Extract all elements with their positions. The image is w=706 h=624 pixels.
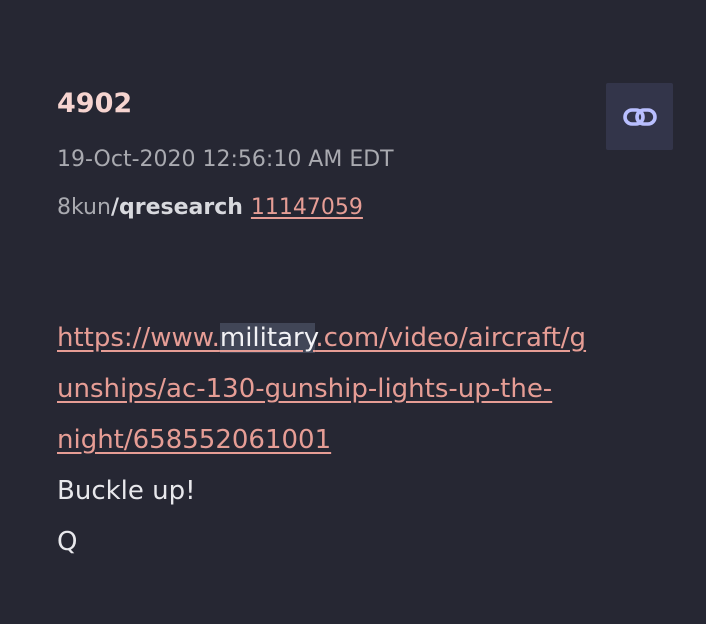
source-site: 8kun [57,195,111,220]
source-post-link[interactable]: 11147059 [251,195,363,220]
url-line-3: night/658552061001 [57,425,332,455]
url-line-1: https://www.military.com/video/aircraft/… [57,313,657,364]
post-source: 8kun/qresearch 11147059 [57,195,363,220]
url-segment-suffix: .com/video/aircraft/g [315,323,587,353]
url-segment-highlighted: military [219,323,316,353]
url-segment-prefix: https://www. [57,323,220,353]
q-post-card: 4902 19-Oct-2020 12:56:10 AM EDT 8kun/qr… [0,0,706,624]
chain-link-icon [622,107,657,126]
post-number: 4902 [57,88,133,119]
post-text-line: Buckle up! [57,476,196,506]
post-timestamp: 19-Oct-2020 12:56:10 AM EDT [57,147,394,172]
post-url-link[interactable]: https://www.military.com/video/aircraft/… [57,313,657,466]
source-board: /qresearch [110,195,243,220]
post-signature: Q [57,527,78,557]
post-body: https://www.military.com/video/aircraft/… [57,313,657,568]
url-line-2: unships/ac-130-gunship-lights-up-the- [57,374,553,404]
permalink-button[interactable] [606,83,673,150]
